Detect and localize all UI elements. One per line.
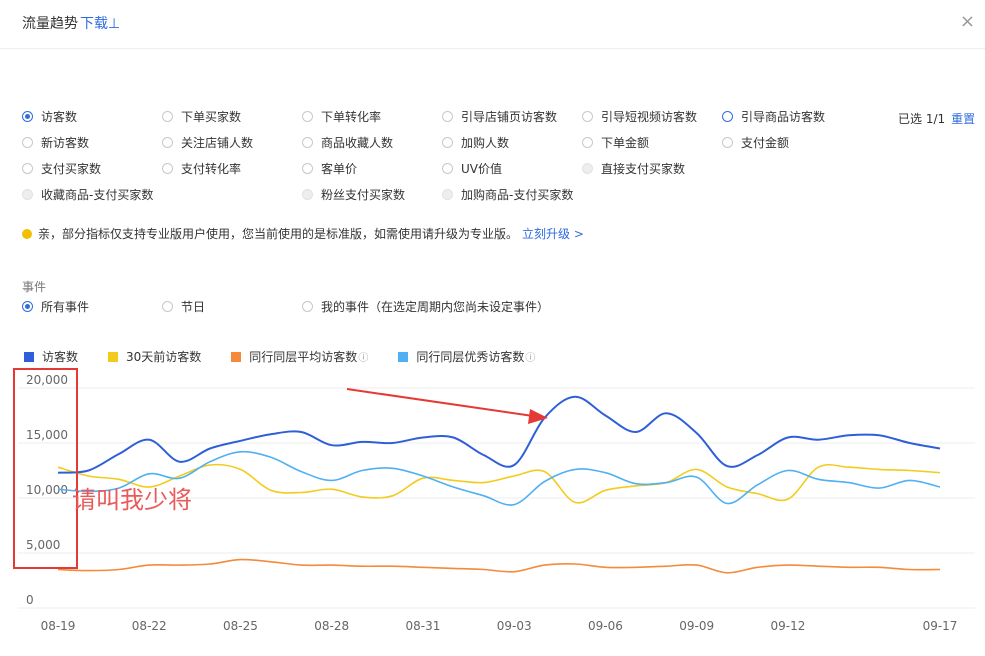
x-tick-label: 09-12 [770,619,805,633]
x-tick-label: 08-31 [406,619,441,633]
x-tick-label: 08-19 [41,619,76,633]
x-tick-label: 09-17 [923,619,958,633]
annotation-arrow-shaft [346,388,534,417]
x-tick-label: 08-25 [223,619,258,633]
x-tick-label: 08-28 [314,619,349,633]
y-tick-label: 0 [26,593,34,607]
trend-chart: 20,00015,00010,0005,000008-19 08-22 08-25 0… [13,368,975,633]
y-tick-label: 5,000 [26,538,60,552]
series-line-0 [57,395,941,474]
x-tick-label: 09-06 [588,619,623,633]
y-tick-label: 20,000 [26,373,68,387]
annotation-arrow-head [528,409,548,424]
x-tick-label: 08-22 [132,619,167,633]
y-tick-label: 15,000 [26,428,68,442]
series-line-2 [57,558,941,574]
x-tick-label: 09-09 [679,619,714,633]
x-tick-label: 09-03 [497,619,532,633]
annotation-text: 请叫我少将 [72,486,192,514]
